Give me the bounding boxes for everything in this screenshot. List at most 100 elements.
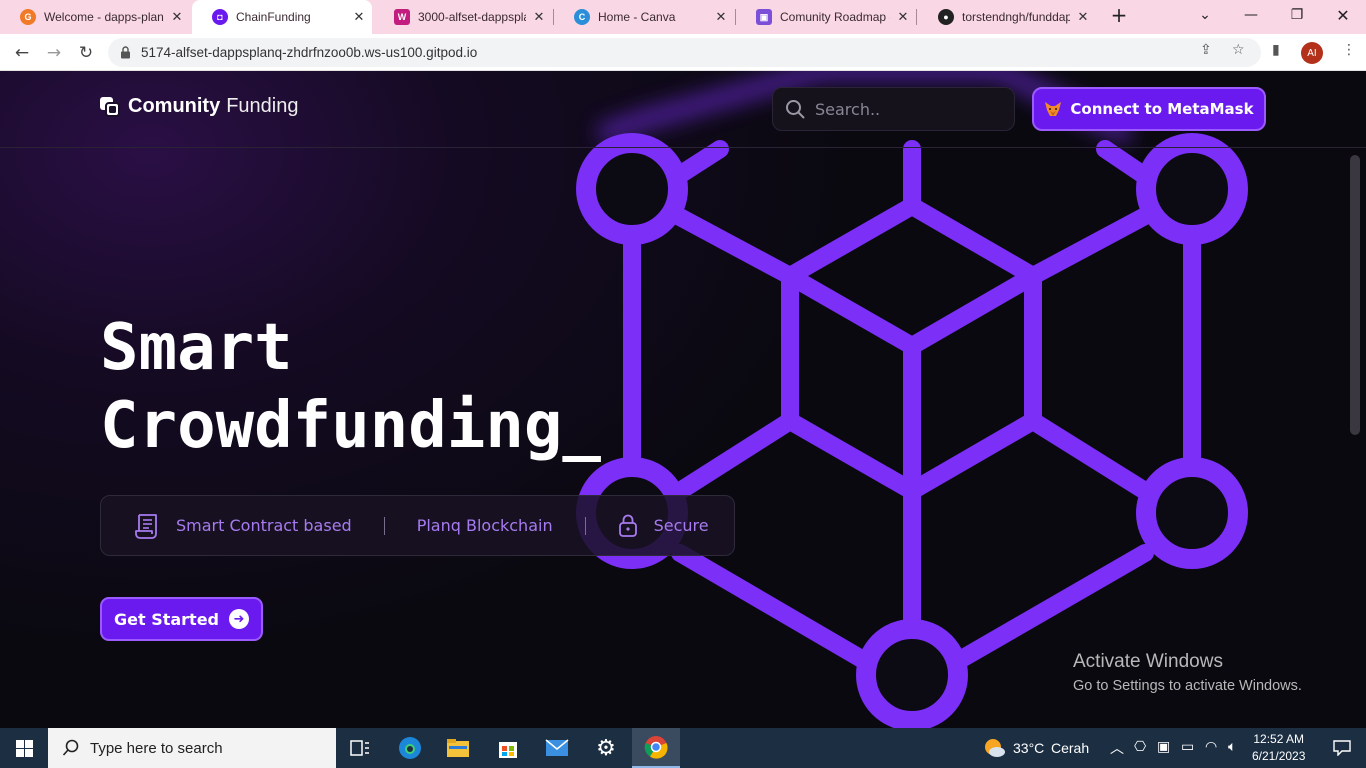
tab-github[interactable]: ● torstendngh/funddapp ✕ — [918, 0, 1096, 34]
roadmap-icon: ▣ — [756, 9, 772, 25]
chrome-taskbar-icon[interactable] — [632, 728, 680, 768]
notification-icon[interactable] — [1318, 728, 1366, 768]
battery-icon[interactable]: ▭ — [1181, 738, 1194, 755]
close-icon[interactable]: ✕ — [164, 9, 190, 25]
back-icon[interactable]: ← — [8, 39, 36, 67]
connect-metamask-button[interactable]: Connect to MetaMask — [1032, 87, 1266, 131]
settings-gear-icon[interactable]: ⚙ — [582, 728, 630, 768]
gitpod-icon: G — [20, 9, 36, 25]
tab-3000-alfset[interactable]: W 3000-alfset-dappsplanq ✕ — [374, 0, 552, 34]
site-logo[interactable]: Comunity Funding — [100, 95, 299, 118]
lock-icon — [618, 514, 637, 537]
metamask-fox-icon — [1045, 102, 1062, 116]
side-panel-icon[interactable]: ▮ — [1272, 42, 1280, 58]
app-tray-icon[interactable]: ▣ — [1157, 738, 1170, 755]
search-icon — [62, 739, 79, 756]
github-icon: ● — [938, 9, 954, 25]
tab-title: 3000-alfset-dappsplanq — [418, 10, 526, 24]
tab-title: torstendngh/funddapp — [962, 10, 1070, 24]
forward-icon[interactable]: → — [40, 39, 68, 67]
file-explorer-icon[interactable] — [434, 728, 482, 768]
lock-icon — [121, 46, 130, 59]
minimize-icon[interactable]: — — [1228, 0, 1274, 30]
window-close-icon[interactable]: ✕ — [1320, 0, 1366, 30]
reload-icon[interactable]: ↻ — [72, 39, 100, 67]
connect-metamask-label: Connect to MetaMask — [1070, 100, 1254, 118]
brand-name: Comunity — [128, 95, 221, 117]
restore-icon[interactable]: ❐ — [1274, 0, 1320, 30]
logo-icon — [100, 96, 120, 117]
tab-title: Welcome - dapps-planq — [44, 10, 164, 24]
feature-label: Secure — [653, 516, 709, 535]
close-icon[interactable]: ✕ — [890, 9, 916, 25]
windows-start-icon[interactable] — [0, 728, 48, 768]
web-page: Comunity Funding Connect to MetaMask Sma… — [0, 71, 1366, 728]
arrow-right-icon: ➜ — [229, 609, 249, 629]
close-icon[interactable]: ✕ — [526, 9, 552, 25]
search-input[interactable] — [815, 99, 995, 119]
weather-temperature: 33°C — [1013, 740, 1045, 756]
hero-line-2-text: Crowdfunding — [100, 389, 563, 463]
feature-separator — [584, 516, 586, 535]
tab-welcome[interactable]: G Welcome - dapps-planq ✕ — [0, 0, 190, 34]
close-icon[interactable]: ✕ — [1070, 9, 1096, 25]
taskbar-search-placeholder: Type here to search — [90, 739, 223, 757]
url-text: 5174-alfset-dappsplanq-zhdrfnzoo0b.ws-us… — [141, 45, 478, 60]
tab-title: ChainFunding — [236, 10, 311, 24]
feature-separator — [383, 516, 385, 535]
tab-title: Comunity Roadmap - — [780, 10, 890, 24]
tab-separator — [916, 9, 917, 25]
share-icon[interactable]: ⇪ — [1200, 42, 1212, 58]
activate-title: Activate Windows — [1073, 651, 1223, 672]
system-clock[interactable]: 12:52 AM 6/21/2023 — [1252, 731, 1305, 765]
chevron-up-icon[interactable]: ︿ — [1110, 738, 1124, 758]
tab-roadmap[interactable]: ▣ Comunity Roadmap - ✕ — [736, 0, 916, 34]
feature-planq: Planq Blockchain — [417, 516, 553, 535]
clock-time: 12:52 AM — [1253, 732, 1305, 746]
tab-canva[interactable]: C Home - Canva ✕ — [554, 0, 734, 34]
profile-avatar[interactable]: AI — [1301, 42, 1323, 64]
hero-line-1: Smart — [100, 311, 293, 385]
task-view-icon[interactable] — [336, 728, 384, 768]
brand-suffix: Funding — [226, 95, 299, 117]
microsoft-store-icon[interactable] — [484, 728, 532, 768]
close-icon[interactable]: ✕ — [346, 9, 372, 25]
page-scrollbar[interactable] — [1350, 155, 1360, 435]
browser-toolbar: ← → ↻ 5174-alfset-dappsplanq-zhdrfnzoo0b… — [0, 34, 1366, 71]
get-started-label: Get Started — [113, 609, 219, 629]
address-bar[interactable]: 5174-alfset-dappsplanq-zhdrfnzoo0b.ws-us… — [108, 38, 1261, 67]
menu-icon[interactable]: ⋮ — [1342, 42, 1356, 58]
search-icon — [786, 100, 805, 119]
activate-windows-watermark: Activate Windows Go to Settings to activ… — [1073, 651, 1302, 694]
site-search[interactable] — [772, 87, 1015, 131]
activate-subtitle: Go to Settings to activate Windows. — [1073, 678, 1302, 694]
feature-strip: Smart Contract based Planq Blockchain Se… — [100, 495, 735, 556]
bookmark-star-icon[interactable]: ☆ — [1232, 42, 1245, 58]
canva-icon: C — [574, 9, 590, 25]
tab-search-icon[interactable]: ⌄ — [1182, 0, 1228, 30]
browser-tab-strip: G Welcome - dapps-planq ✕ ◘ ChainFunding… — [0, 0, 1366, 34]
windows-taskbar: Type here to search ⚙ 33°C Cerah ︿ ⎔ ▣ ▭… — [0, 728, 1366, 768]
feature-label: Smart Contract based — [176, 516, 352, 535]
meet-now-icon[interactable]: ⎔ — [1134, 738, 1146, 755]
feature-secure: Secure — [618, 514, 709, 538]
chainfunding-icon: ◘ — [212, 9, 228, 25]
contract-icon — [135, 513, 157, 539]
hero-title: Smart Crowdfunding_ — [100, 309, 601, 465]
tab-chainfunding[interactable]: ◘ ChainFunding ✕ — [192, 0, 372, 34]
header-divider — [0, 147, 1366, 148]
new-tab-button[interactable]: + — [1096, 0, 1142, 30]
w-icon: W — [394, 9, 410, 25]
feature-smart-contract: Smart Contract based — [134, 512, 352, 540]
wifi-icon[interactable]: ◠ — [1205, 738, 1217, 755]
clock-date: 6/21/2023 — [1252, 749, 1306, 763]
mail-icon[interactable] — [533, 728, 581, 768]
taskbar-search[interactable]: Type here to search — [48, 728, 336, 768]
weather-icon[interactable] — [970, 728, 1018, 768]
volume-icon[interactable]: 🔈︎ — [1228, 738, 1236, 755]
close-icon[interactable]: ✕ — [708, 9, 734, 25]
hero-line-2: Crowdfunding_ — [100, 387, 601, 465]
get-started-button[interactable]: Get Started ➜ — [100, 597, 263, 641]
typing-cursor: _ — [562, 389, 601, 463]
edge-icon[interactable] — [386, 728, 434, 768]
